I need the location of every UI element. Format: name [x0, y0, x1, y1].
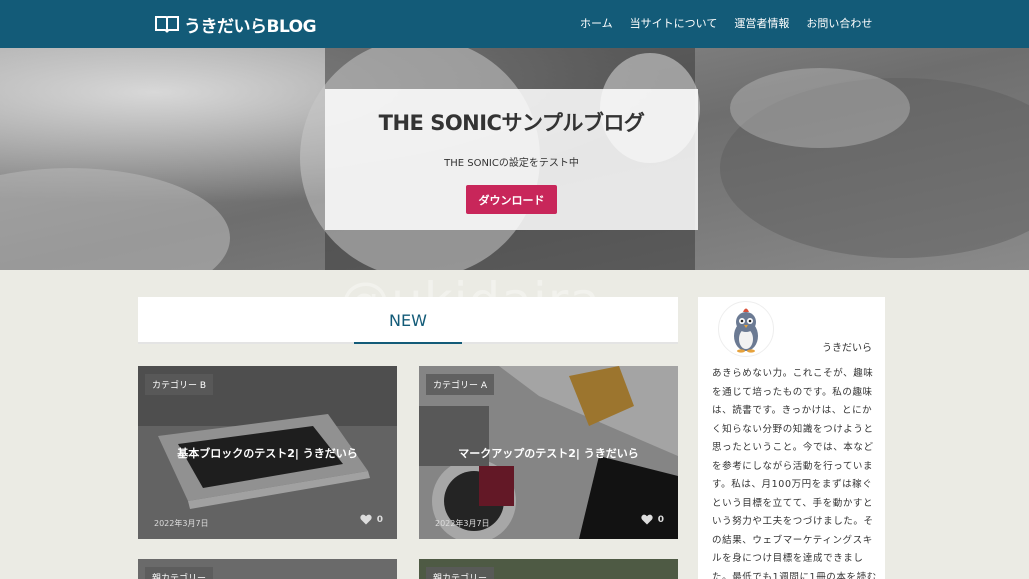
nav-about[interactable]: 当サイトについて [630, 15, 718, 31]
site-logo[interactable]: うきだいらBLOG [154, 12, 317, 37]
penguin-icon [734, 308, 758, 353]
heart-icon [360, 514, 372, 525]
avatar [718, 301, 774, 357]
hero-card: THE SONICサンプルブログ THE SONICの設定をテスト中 ダウンロー… [325, 89, 698, 230]
profile-widget: うきだいら あきらめない力。これこそが、趣味を通じて培ったものです。私の趣味は、… [698, 297, 885, 579]
book-icon [155, 16, 179, 33]
post-date: 2022年3月7日 [154, 519, 209, 528]
author-bio: あきらめない力。これこそが、趣味を通じて培ったものです。私の趣味は、読書です。き… [712, 368, 877, 579]
nav-operator[interactable]: 運営者情報 [734, 15, 789, 31]
author-name: うきだいら [822, 343, 872, 354]
nav-home[interactable]: ホーム [580, 15, 613, 31]
post-card[interactable]: 親カテゴリー [138, 559, 397, 579]
hero-title: THE SONICサンプルブログ [378, 111, 645, 135]
section-title-underline [354, 342, 462, 344]
like-count-value: 0 [376, 514, 383, 525]
like-count[interactable]: 0 [641, 514, 664, 525]
like-count[interactable]: 0 [360, 514, 383, 525]
category-badge[interactable]: カテゴリー B [145, 374, 214, 395]
post-card[interactable]: カテゴリー A マークアップのテスト2| うきだいら 2022年3月7日 0 [419, 366, 678, 539]
category-badge[interactable]: 親カテゴリー [426, 567, 495, 579]
post-card[interactable]: カテゴリー B 基本ブロックのテスト2| うきだいら 2022年3月7日 0 [138, 366, 397, 539]
site-header: うきだいらBLOG ホーム 当サイトについて 運営者情報 お問い合わせ [0, 0, 1029, 48]
global-nav: ホーム 当サイトについて 運営者情報 お問い合わせ [580, 15, 889, 31]
post-title[interactable]: 基本ブロックのテスト2| うきだいら [138, 445, 397, 461]
download-button[interactable]: ダウンロード [466, 185, 557, 214]
post-date: 2022年3月7日 [435, 519, 490, 528]
category-badge[interactable]: 親カテゴリー [145, 567, 214, 579]
hero-subtitle: THE SONICの設定をテスト中 [444, 158, 579, 169]
post-card[interactable]: 親カテゴリー [419, 559, 678, 579]
hero-section: THE SONICサンプルブログ THE SONICの設定をテスト中 ダウンロー… [0, 48, 1029, 270]
logo-text: うきだいらBLOG [184, 16, 317, 37]
nav-contact[interactable]: お問い合わせ [806, 15, 872, 31]
new-section-header: NEW [138, 297, 678, 344]
heart-icon [641, 514, 653, 525]
section-title: NEW [389, 311, 427, 330]
like-count-value: 0 [657, 514, 664, 525]
post-title[interactable]: マークアップのテスト2| うきだいら [419, 445, 678, 461]
category-badge[interactable]: カテゴリー A [426, 374, 495, 395]
